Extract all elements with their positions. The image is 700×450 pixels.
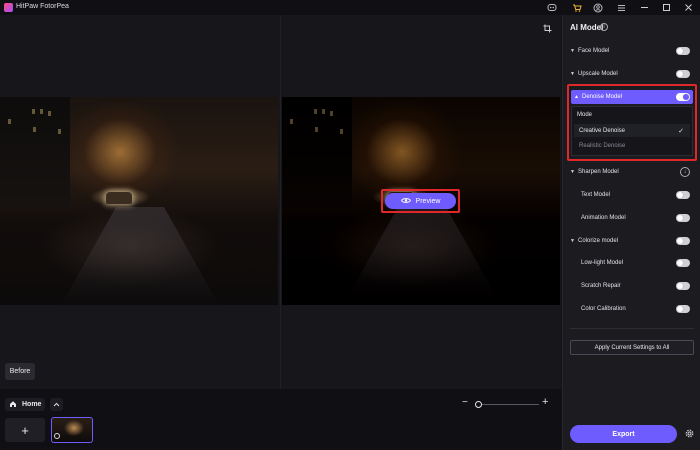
caret-down-icon: ▼ [570, 169, 575, 175]
home-button[interactable]: Home [5, 398, 45, 411]
model-row-upscale[interactable]: ▼ Upscale Model [570, 67, 694, 81]
download-icon[interactable]: ↓ [680, 167, 690, 177]
model-label: Scratch Repair [581, 283, 621, 289]
panel-divider [570, 328, 694, 329]
model-row-text[interactable]: Text Model [570, 188, 694, 202]
collapse-up-button[interactable] [50, 398, 63, 411]
caret-down-icon: ▼ [570, 238, 575, 244]
preview-highlight-box [381, 189, 460, 213]
model-label: Face Model [578, 48, 610, 54]
caret-down-icon: ▼ [570, 48, 575, 54]
image-thumbnail[interactable] [51, 417, 93, 443]
model-label: Color Calibration [581, 306, 626, 312]
model-row-scratch-repair[interactable]: Scratch Repair [570, 279, 694, 293]
cart-icon[interactable] [571, 2, 582, 13]
info-icon[interactable]: i [600, 23, 608, 31]
caret-down-icon: ▼ [570, 71, 575, 77]
before-image [0, 97, 278, 305]
panel-title: AI Model [570, 23, 604, 32]
home-label: Home [22, 401, 42, 408]
add-image-button[interactable]: + [5, 418, 45, 442]
maximize-icon[interactable] [661, 2, 672, 13]
scratch-repair-toggle[interactable] [676, 282, 690, 290]
zoom-slider-track[interactable] [481, 404, 539, 405]
zoom-slider-handle[interactable] [475, 401, 482, 408]
minimize-icon[interactable] [639, 2, 650, 13]
zoom-out-button[interactable]: − [462, 398, 468, 408]
app-logo-icon [4, 3, 13, 12]
denoise-highlight-box [567, 84, 697, 161]
model-label: Colorize model [578, 238, 619, 244]
model-label: Animation Model [581, 215, 626, 221]
title-bar: HitPaw FotorPea [0, 0, 700, 15]
model-label: Sharpen Model [578, 169, 619, 175]
model-label: Text Model [581, 192, 611, 198]
model-row-color-calibration[interactable]: Color Calibration [570, 302, 694, 316]
export-button[interactable]: Export [570, 425, 677, 443]
model-row-face[interactable]: ▼ Face Model [570, 44, 694, 58]
zoom-in-button[interactable]: + [542, 397, 548, 408]
close-icon[interactable] [683, 2, 694, 13]
home-icon [9, 400, 17, 410]
apply-to-all-button[interactable]: Apply Current Settings to All [570, 340, 694, 355]
color-calibration-toggle[interactable] [676, 305, 690, 313]
app-title: HitPaw FotorPea [16, 3, 69, 10]
model-row-sharpen[interactable]: ▼ Sharpen Model ↓ [570, 165, 694, 179]
crop-icon[interactable] [543, 24, 553, 34]
model-label: Low-light Model [581, 260, 624, 266]
text-model-toggle[interactable] [676, 191, 690, 199]
model-row-animation[interactable]: Animation Model [570, 211, 694, 225]
chevron-up-icon [53, 402, 60, 407]
face-model-toggle[interactable] [676, 47, 690, 55]
discord-icon[interactable] [546, 2, 557, 13]
gear-icon[interactable] [683, 428, 695, 440]
before-toggle-button[interactable]: Before [5, 363, 35, 380]
compare-divider[interactable] [280, 15, 281, 389]
colorize-model-toggle[interactable] [676, 237, 690, 245]
animation-model-toggle[interactable] [676, 214, 690, 222]
model-row-low-light[interactable]: Low-light Model [570, 256, 694, 270]
model-label: Upscale Model [578, 71, 618, 77]
low-light-model-toggle[interactable] [676, 259, 690, 267]
upscale-model-toggle[interactable] [676, 70, 690, 78]
thumbnail-status-icon [54, 433, 60, 439]
menu-icon[interactable] [616, 2, 627, 13]
model-row-colorize[interactable]: ▼ Colorize model [570, 234, 694, 248]
account-icon[interactable] [592, 2, 603, 13]
